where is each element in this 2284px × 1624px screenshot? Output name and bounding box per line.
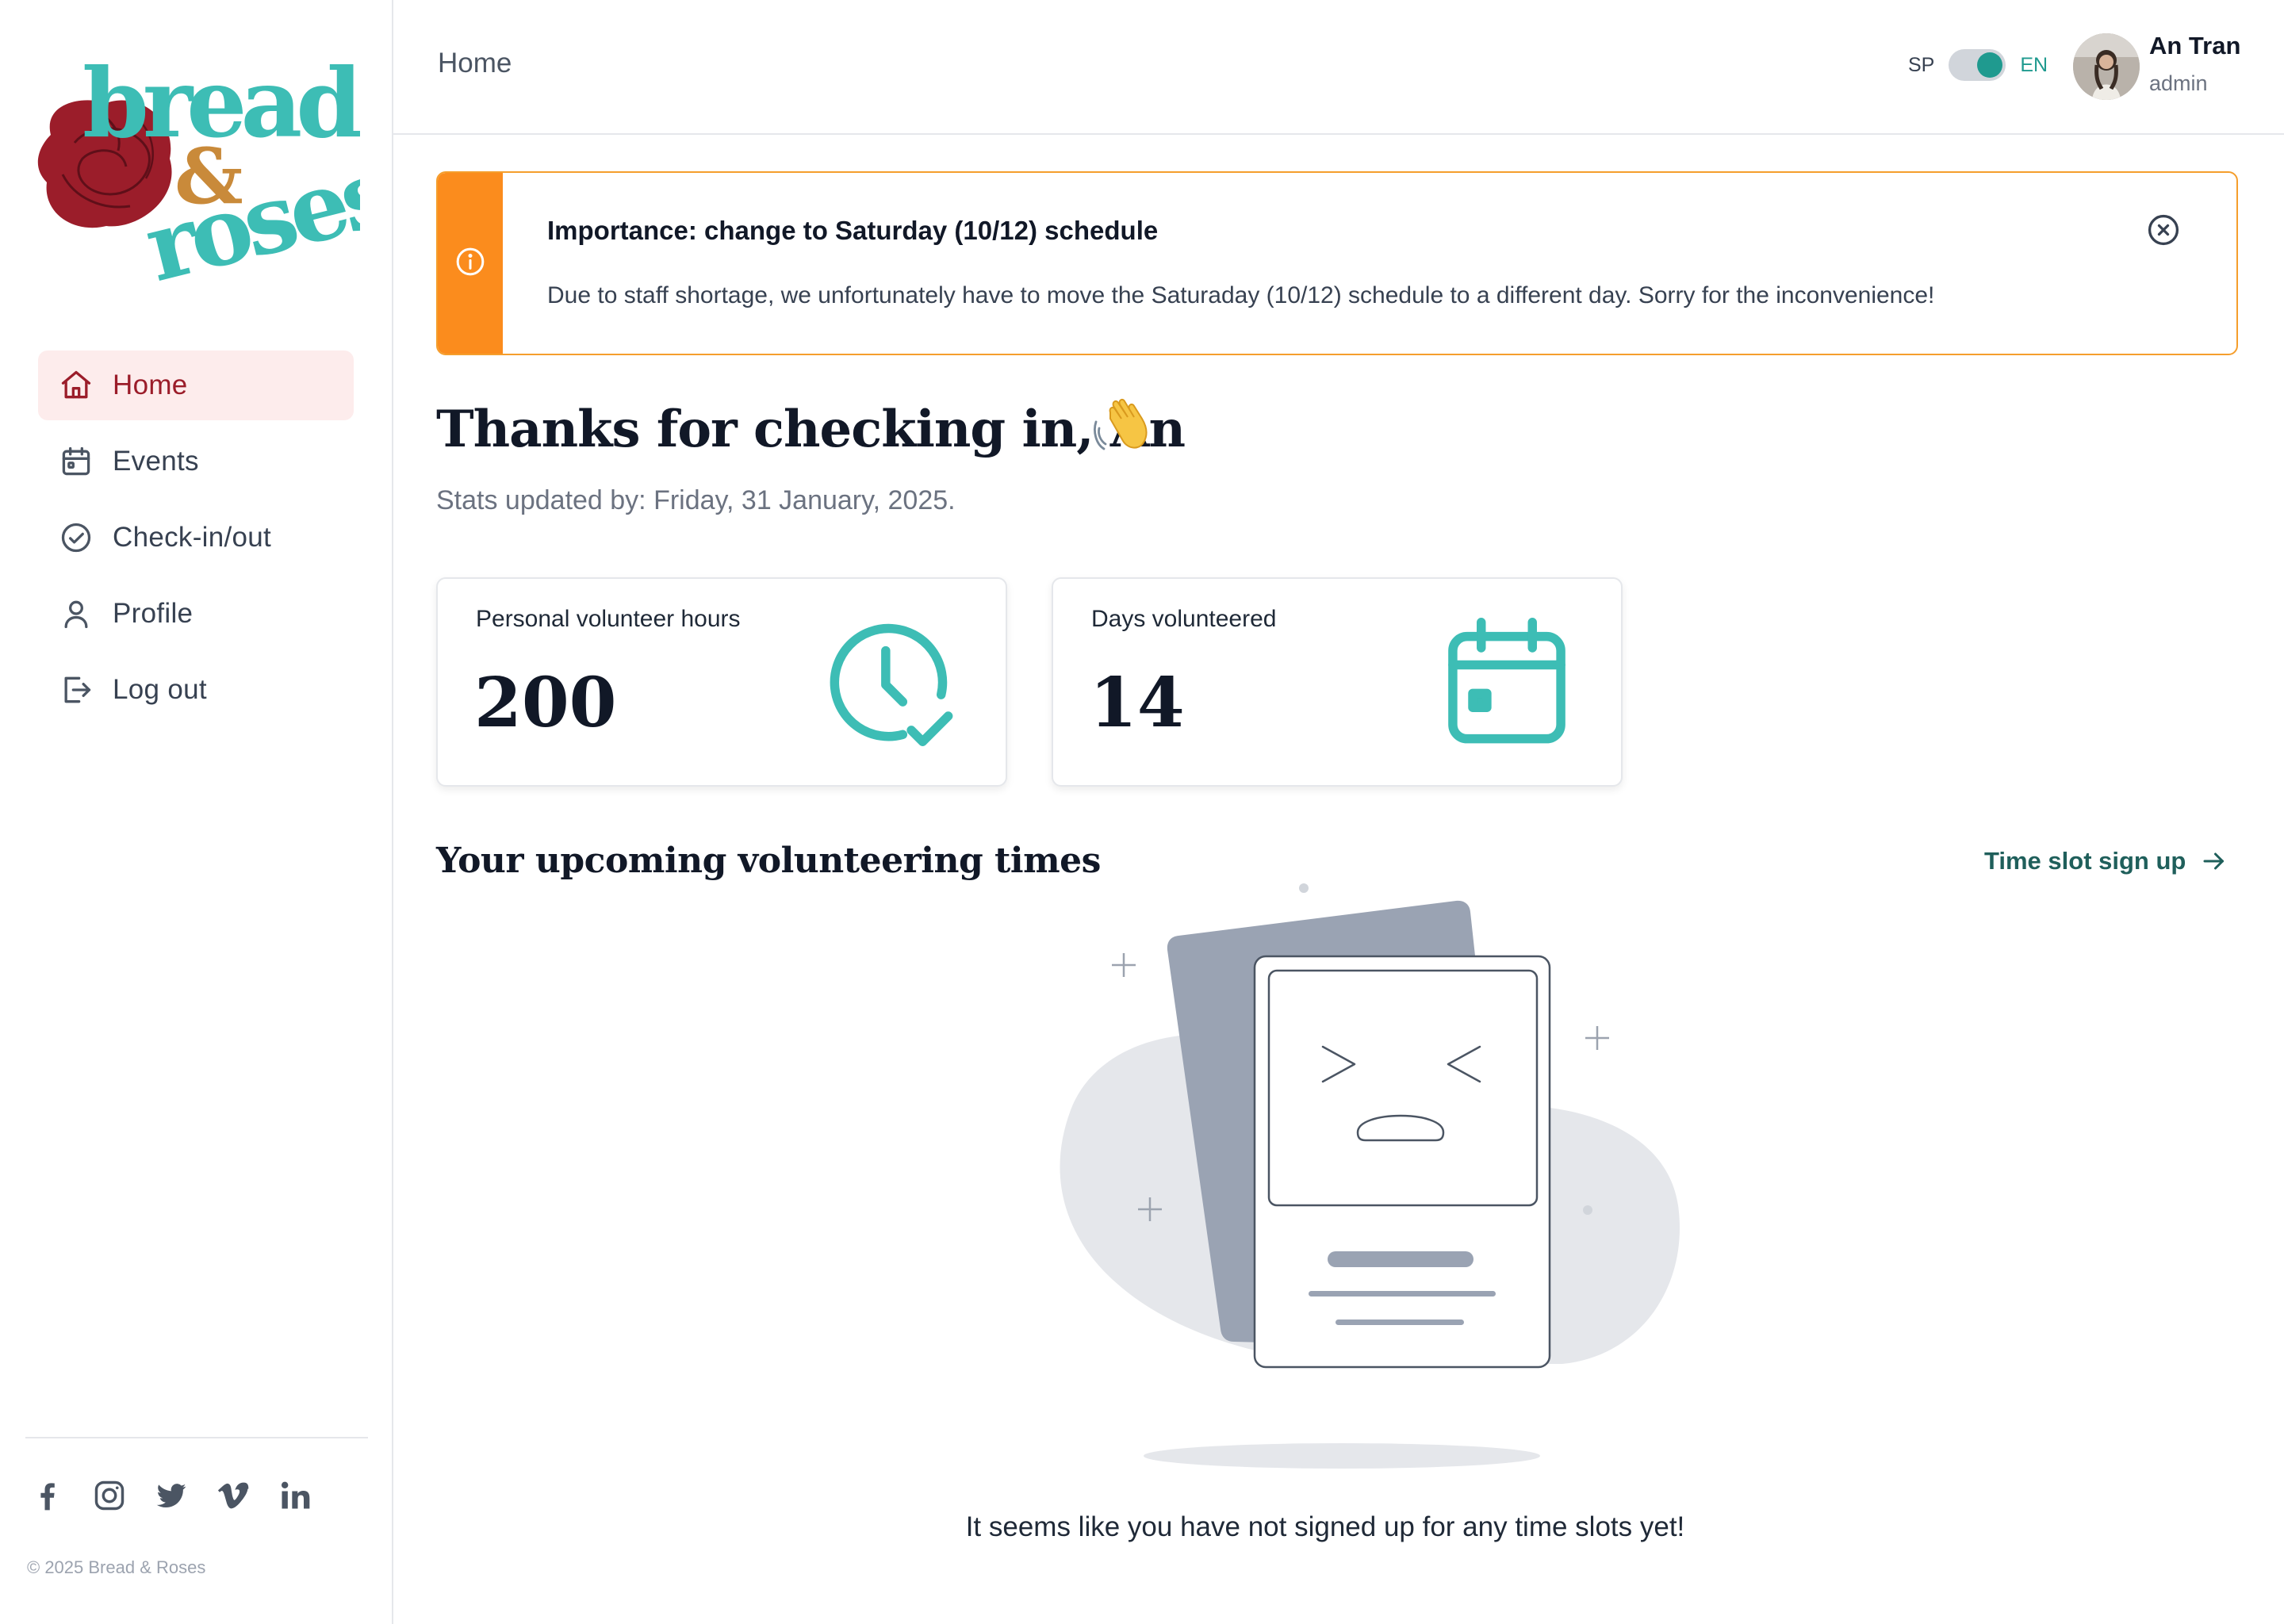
banner-accent-strip xyxy=(438,173,503,354)
stat-value: 14 xyxy=(1090,663,1185,743)
sidebar-item-label: Log out xyxy=(113,674,207,705)
calendar-icon xyxy=(1448,618,1565,744)
language-option-en[interactable]: EN xyxy=(2020,54,2048,77)
bread-and-roses-logo[interactable]: bread & roses xyxy=(27,48,360,285)
language-option-sp[interactable]: SP xyxy=(1908,54,1934,77)
language-toggle[interactable] xyxy=(1949,49,2006,81)
announcement-banner: Importance: change to Saturday (10/12) s… xyxy=(436,171,2238,355)
sidebar-item-log-out[interactable]: Log out xyxy=(38,655,354,725)
sidebar-item-profile[interactable]: Profile xyxy=(38,579,354,649)
vimeo-icon[interactable] xyxy=(214,1477,252,1515)
waving-hand-icon xyxy=(1094,398,1148,450)
empty-state-text: It seems like you have not signed up for… xyxy=(965,1511,1685,1542)
check-circle-icon xyxy=(59,520,94,555)
sidebar: bread & roses Home Events Check-in/out P… xyxy=(0,0,393,1624)
sidebar-item-events[interactable]: Events xyxy=(38,427,354,496)
copyright: © 2025 Bread & Roses xyxy=(27,1557,206,1577)
sidebar-item-label: Profile xyxy=(113,598,194,629)
user-icon xyxy=(59,596,94,631)
home-icon xyxy=(59,368,94,403)
instagram-icon[interactable] xyxy=(90,1477,128,1515)
top-header: Home SP EN An Tran admin xyxy=(393,0,2284,135)
page-title: Thanks for checking in, An xyxy=(436,400,1186,459)
stat-label: Days volunteered xyxy=(1091,606,1277,632)
banner-title: Importance: change to Saturday (10/12) s… xyxy=(547,216,1159,245)
calendar-icon xyxy=(59,444,94,479)
stat-label: Personal volunteer hours xyxy=(476,606,741,632)
clock-check-icon xyxy=(830,623,953,746)
facebook-icon[interactable] xyxy=(29,1477,67,1515)
signup-link-label: Time slot sign up xyxy=(1984,847,2186,875)
avatar[interactable] xyxy=(2073,33,2140,100)
user-name: An Tran xyxy=(2149,32,2241,59)
stat-card-days-volunteered: Days volunteered 14 xyxy=(1052,577,1623,787)
arrow-right-icon xyxy=(2203,852,2225,870)
sidebar-item-label: Events xyxy=(113,446,199,477)
stat-value: 200 xyxy=(474,663,617,743)
toggle-knob xyxy=(1977,52,2003,78)
sidebar-divider xyxy=(25,1437,368,1438)
stat-card-volunteer-hours: Personal volunteer hours 200 xyxy=(436,577,1007,787)
info-icon xyxy=(456,247,485,276)
sidebar-item-home[interactable]: Home xyxy=(38,350,354,420)
social-links xyxy=(29,1477,338,1515)
time-slot-signup-link[interactable]: Time slot sign up xyxy=(1984,847,2228,875)
empty-state-message: It seems like you have not signed up for… xyxy=(0,1511,2284,1543)
logout-icon xyxy=(59,672,94,707)
banner-body: Due to staff shortage, we unfortunately … xyxy=(547,282,1935,308)
close-icon[interactable] xyxy=(2146,213,2181,247)
twitter-icon[interactable] xyxy=(152,1477,190,1515)
sidebar-item-label: Check-in/out xyxy=(113,522,272,553)
sidebar-nav: Home Events Check-in/out Profile Log out xyxy=(38,350,354,731)
stats-updated-date: Stats updated by: Friday, 31 January, 20… xyxy=(436,485,956,515)
upcoming-section-title: Your upcoming volunteering times xyxy=(436,841,1101,881)
language-switch: SP EN xyxy=(1908,49,2048,81)
sidebar-item-label: Home xyxy=(113,370,188,400)
breadcrumb[interactable]: Home xyxy=(438,48,512,79)
sidebar-item-check-in-out[interactable]: Check-in/out xyxy=(38,503,354,573)
empty-state-illustration xyxy=(1060,883,1680,1469)
linkedin-icon[interactable] xyxy=(276,1477,314,1515)
user-role: admin xyxy=(2149,71,2208,95)
